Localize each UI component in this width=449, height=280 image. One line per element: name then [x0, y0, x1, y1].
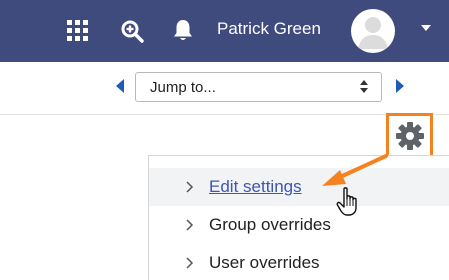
user-name[interactable]: Patrick Green: [217, 19, 321, 39]
jump-bar: Jump to...: [0, 62, 449, 115]
settings-dropdown-menu: Edit settings Group overrides User overr…: [148, 155, 449, 280]
caret-down-icon[interactable]: [421, 25, 431, 31]
triangle-left-icon[interactable]: [116, 79, 124, 93]
chevron-right-icon: [186, 219, 194, 231]
jump-to-select[interactable]: Jump to...: [135, 72, 382, 102]
menu-item-label: User overrides: [209, 253, 320, 272]
menu-item-user-overrides[interactable]: User overrides: [149, 244, 449, 280]
gear-icon: [396, 122, 424, 150]
chevron-right-icon: [186, 181, 194, 193]
hand-cursor-icon: [336, 187, 357, 216]
jump-to-value: Jump to...: [150, 79, 216, 96]
chevron-right-icon: [186, 257, 194, 269]
menu-item-edit-settings[interactable]: Edit settings: [149, 168, 449, 206]
grid-icon[interactable]: [67, 20, 89, 42]
avatar-icon[interactable]: [351, 9, 395, 53]
top-navbar: Patrick Green: [0, 0, 449, 62]
menu-item-group-overrides[interactable]: Group overrides: [149, 206, 449, 244]
triangle-right-icon[interactable]: [396, 79, 404, 93]
bell-icon[interactable]: [172, 18, 194, 42]
menu-item-label: Group overrides: [209, 215, 331, 234]
menu-item-label: Edit settings: [209, 177, 302, 196]
select-arrows-icon: [360, 80, 369, 94]
search-zoom-icon[interactable]: [120, 19, 144, 43]
